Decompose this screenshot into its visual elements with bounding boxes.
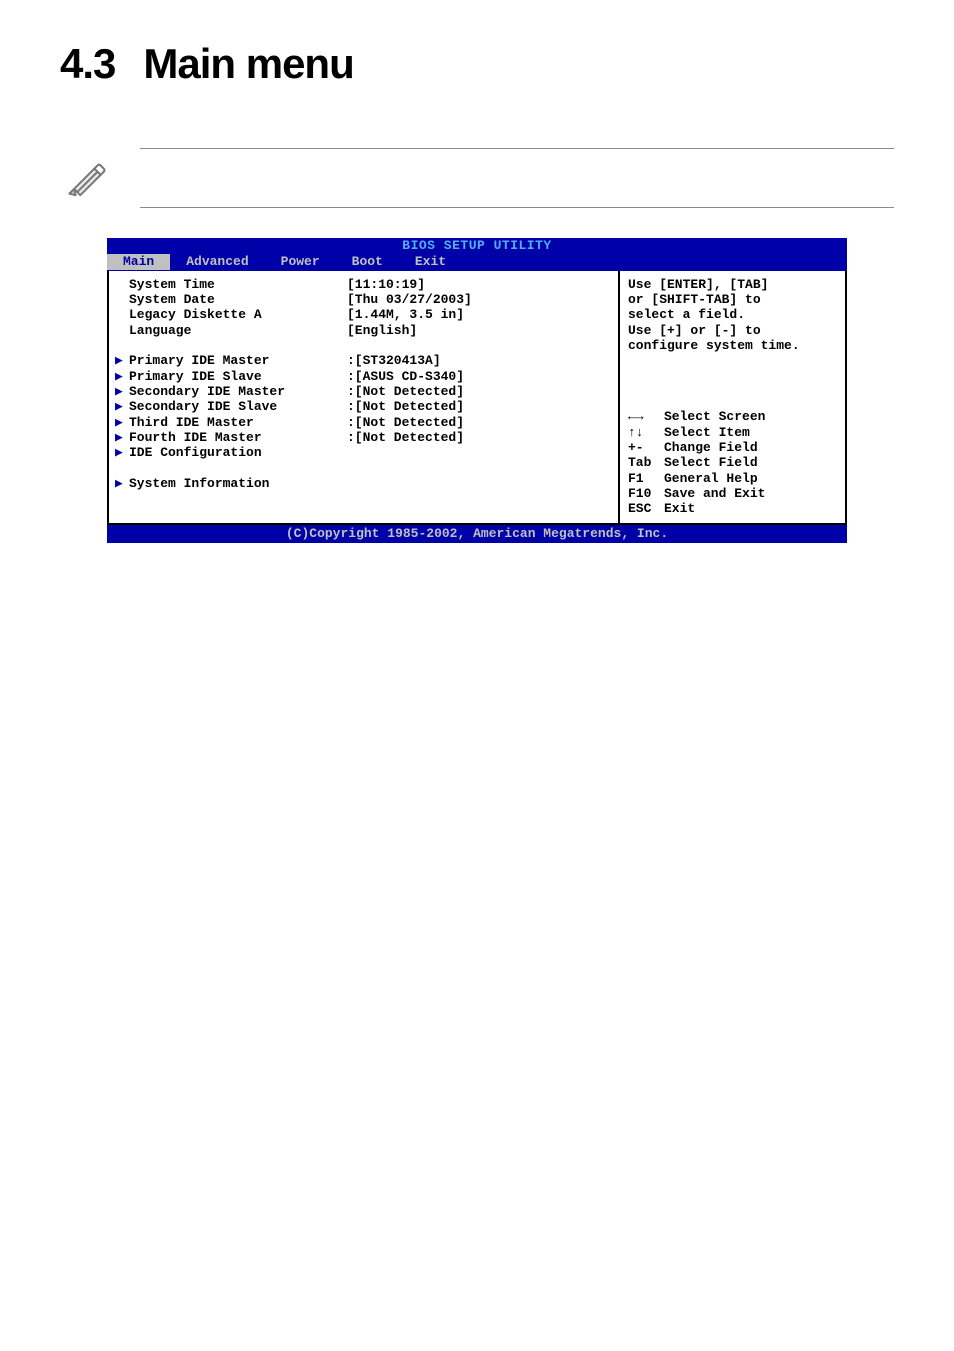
system-info-label[interactable]: System Information [129, 476, 347, 491]
tab-main[interactable]: Main [107, 254, 170, 269]
bios-screenshot: BIOS SETUP UTILITY Main Advanced Power B… [107, 238, 847, 543]
help-line: or [SHIFT-TAB] to [628, 292, 837, 307]
triangle-icon: ▶ [115, 369, 129, 384]
page-heading: 4.3 Main menu [60, 40, 894, 88]
help-change-field: Change Field [664, 440, 758, 455]
tab-advanced[interactable]: Advanced [170, 254, 264, 269]
triangle-icon: ▶ [115, 415, 129, 430]
tab-boot[interactable]: Boot [336, 254, 399, 269]
key-f10: F10 [628, 486, 664, 501]
arrow-left-right-icon: ←→ [628, 409, 664, 424]
ide-config-label[interactable]: IDE Configuration [129, 445, 347, 460]
language-value[interactable]: [English] [347, 323, 608, 338]
pri-ide-slave-label[interactable]: Primary IDE Slave [129, 369, 347, 384]
help-line: select a field. [628, 307, 837, 322]
note-divider [140, 148, 894, 208]
tab-exit[interactable]: Exit [399, 254, 462, 269]
help-line: Use [+] or [-] to [628, 323, 837, 338]
triangle-icon: ▶ [115, 445, 129, 460]
help-select-field: Select Field [664, 455, 758, 470]
key-esc: ESC [628, 501, 664, 516]
pri-ide-master-label[interactable]: Primary IDE Master [129, 353, 347, 368]
sec-ide-slave-value: :[Not Detected] [347, 399, 608, 414]
pencil-icon [60, 153, 110, 203]
key-plusminus: +- [628, 440, 664, 455]
legacy-diskette-label: Legacy Diskette A [129, 307, 347, 322]
third-ide-master-label[interactable]: Third IDE Master [129, 415, 347, 430]
help-line: Use [ENTER], [TAB] [628, 277, 837, 292]
heading-number: 4.3 [60, 40, 115, 87]
tab-power[interactable]: Power [265, 254, 336, 269]
help-general-help: General Help [664, 471, 758, 486]
bios-help-panel: Use [ENTER], [TAB] or [SHIFT-TAB] to sel… [620, 271, 845, 523]
sec-ide-slave-label[interactable]: Secondary IDE Slave [129, 399, 347, 414]
triangle-icon: ▶ [115, 399, 129, 414]
system-date-value[interactable]: [Thu 03/27/2003] [347, 292, 608, 307]
language-label: Language [129, 323, 347, 338]
triangle-icon: ▶ [115, 353, 129, 368]
fourth-ide-master-value: :[Not Detected] [347, 430, 608, 445]
bios-footer: (C)Copyright 1985-2002, American Megatre… [107, 525, 847, 543]
sec-ide-master-value: :[Not Detected] [347, 384, 608, 399]
system-date-label: System Date [129, 292, 347, 307]
bios-menu-bar: Main Advanced Power Boot Exit [107, 253, 847, 270]
triangle-icon: ▶ [115, 430, 129, 445]
sec-ide-master-label[interactable]: Secondary IDE Master [129, 384, 347, 399]
third-ide-master-value: :[Not Detected] [347, 415, 608, 430]
bios-main-panel: System Time[11:10:19] System Date[Thu 03… [109, 271, 620, 523]
triangle-icon: ▶ [115, 476, 129, 491]
help-save-exit: Save and Exit [664, 486, 765, 501]
note-row [60, 148, 894, 208]
key-tab: Tab [628, 455, 664, 470]
bios-title-bar: BIOS SETUP UTILITY [107, 238, 847, 253]
triangle-icon: ▶ [115, 384, 129, 399]
fourth-ide-master-label[interactable]: Fourth IDE Master [129, 430, 347, 445]
system-time-label: System Time [129, 277, 347, 292]
heading-text: Main menu [143, 40, 353, 87]
legacy-diskette-value[interactable]: [1.44M, 3.5 in] [347, 307, 608, 322]
pri-ide-slave-value: :[ASUS CD-S340] [347, 369, 608, 384]
help-exit: Exit [664, 501, 695, 516]
pri-ide-master-value: :[ST320413A] [347, 353, 608, 368]
arrow-up-down-icon: ↑↓ [628, 425, 664, 440]
help-select-screen: Select Screen [664, 409, 765, 424]
system-time-value[interactable]: [11:10:19] [347, 277, 608, 292]
help-select-item: Select Item [664, 425, 750, 440]
key-f1: F1 [628, 471, 664, 486]
help-line: configure system time. [628, 338, 837, 353]
